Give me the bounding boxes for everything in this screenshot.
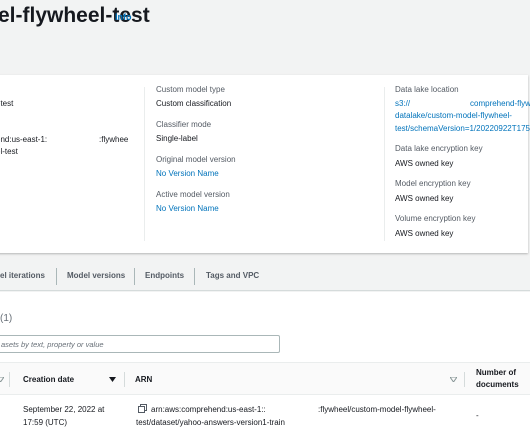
custom-model-type-label: Custom model type — [156, 85, 225, 94]
dataset-count: (1) — [0, 313, 13, 324]
creation-date-line1: September 22, 2022 at — [23, 405, 105, 414]
data-lake-link-part1[interactable]: s3:// — [395, 99, 410, 108]
data-lake-encryption-value: AWS owned key — [395, 159, 454, 168]
dataset-arn-part1: arn:aws:comprehend:us-east-1:: — [151, 405, 266, 414]
sort-inactive-icon[interactable] — [0, 377, 4, 382]
volume-encryption-label: Volume encryption key — [395, 214, 476, 223]
column-separator — [464, 372, 465, 387]
dataset-arn-part2: :flywheel/custom-model-flywheel- — [318, 405, 436, 414]
flywheel-name-value: l-test — [0, 99, 14, 108]
column-divider — [144, 87, 145, 241]
flywheel-details-panel: l-test end:us-east-1: :flywhee el-test C… — [0, 75, 528, 253]
column-separator — [124, 372, 125, 387]
number-of-documents-value: - — [476, 411, 479, 420]
sort-inactive-icon[interactable] — [450, 377, 457, 382]
tab-endpoints[interactable]: Endpoints — [145, 271, 184, 280]
data-lake-link-part3[interactable]: datalake/custom-model-flywheel- — [395, 111, 512, 120]
column-number-of-documents-line1[interactable]: Number of — [476, 368, 516, 377]
model-encryption-value: AWS owned key — [395, 194, 454, 203]
column-creation-date[interactable]: Creation date — [23, 375, 74, 384]
flywheel-arn-value-part1: end:us-east-1: — [0, 135, 48, 144]
tab-model-iterations[interactable]: el iterations — [0, 271, 45, 280]
table-header: Creation date ARN Number of documents — [0, 362, 530, 395]
data-lake-encryption-label: Data lake encryption key — [395, 144, 483, 153]
page-header: el-flywheel-test Info — [0, 0, 530, 38]
table-row: September 22, 2022 at 17:59 (UTC) arn:aw… — [0, 395, 530, 435]
copy-icon[interactable] — [138, 404, 147, 413]
original-model-version-link[interactable]: No Version Name — [156, 169, 219, 178]
active-model-version-label: Active model version — [156, 190, 230, 199]
classifier-mode-value: Single-label — [156, 134, 198, 143]
column-arn[interactable]: ARN — [135, 375, 152, 384]
custom-model-type-value: Custom classification — [156, 99, 232, 108]
dataset-search-input[interactable] — [0, 336, 279, 352]
flywheel-arn-value-part2: :flywhee — [99, 135, 129, 144]
column-number-of-documents-line2[interactable]: documents — [476, 380, 519, 389]
dataset-search-box[interactable] — [0, 335, 280, 353]
tab-tags-and-vpc[interactable]: Tags and VPC — [206, 271, 259, 280]
data-lake-location-label: Data lake location — [395, 85, 459, 94]
data-lake-link-part4[interactable]: test/schemaVersion=1/20220922T175 — [395, 124, 530, 133]
data-lake-link-part2[interactable]: comprehend-flyw — [470, 99, 530, 108]
creation-date-line2: 17:59 (UTC) — [23, 418, 68, 427]
tab-model-versions[interactable]: Model versions — [67, 271, 125, 280]
caret-down-icon[interactable] — [109, 377, 116, 382]
info-link[interactable]: Info — [115, 12, 132, 22]
tab-separator — [194, 268, 195, 285]
tab-separator — [134, 268, 135, 285]
column-divider — [384, 87, 385, 241]
model-encryption-label: Model encryption key — [395, 179, 471, 188]
datasets-panel: (1) Creation date ARN Number of document… — [0, 292, 530, 442]
volume-encryption-value: AWS owned key — [395, 229, 454, 238]
tab-bar: el iterations Model versions Endpoints T… — [0, 262, 530, 291]
dataset-arn-line2: test/dataset/yahoo-answers-version1-trai… — [136, 418, 285, 427]
column-separator — [9, 372, 10, 387]
flywheel-arn-value-part3: el-test — [0, 147, 18, 156]
classifier-mode-label: Classifier mode — [156, 120, 212, 129]
original-model-version-label: Original model version — [156, 155, 236, 164]
tab-separator — [56, 268, 57, 285]
active-model-version-link[interactable]: No Version Name — [156, 204, 219, 213]
